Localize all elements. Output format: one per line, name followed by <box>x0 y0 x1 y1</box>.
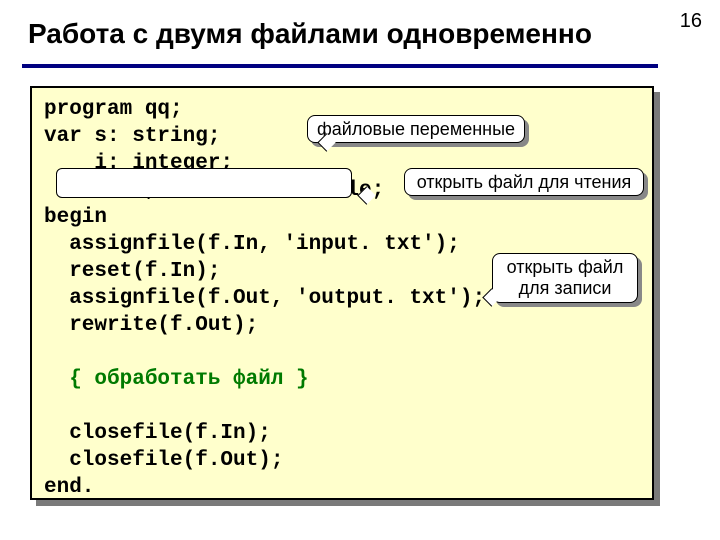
callout-text: открыть файл для чтения <box>417 172 632 193</box>
code-line <box>44 341 57 364</box>
highlight-file-vars <box>56 168 352 198</box>
callout-open-read: открыть файл для чтения <box>404 168 644 196</box>
code-comment: { обработать файл } <box>69 368 308 391</box>
callout-file-vars: файловые переменные <box>307 115 525 143</box>
callout-open-write: открыть файл для записи <box>492 253 638 303</box>
code-line: assignfile(f.Out, 'output. txt'); <box>44 287 485 310</box>
code-line: assignfile(f.In, 'input. txt'); <box>44 233 460 256</box>
code-line <box>44 368 69 391</box>
callout-text: открыть файл для записи <box>499 257 631 298</box>
page-number: 16 <box>680 10 702 33</box>
code-line: reset(f.In); <box>44 260 220 283</box>
slide: 16 Работа с двумя файлами одновременно p… <box>0 0 720 540</box>
code-line: rewrite(f.Out); <box>44 314 258 337</box>
slide-title: Работа с двумя файлами одновременно <box>28 18 592 50</box>
title-rule <box>22 64 658 68</box>
code-line: var s: string; <box>44 125 220 148</box>
code-line: closefile(f.In); <box>44 422 271 445</box>
code-line: program qq; <box>44 98 183 121</box>
code-line: closefile(f.Out); <box>44 449 283 472</box>
code-line <box>44 395 57 418</box>
code-line: begin <box>44 206 107 229</box>
code-line: end. <box>44 476 94 499</box>
callout-text: файловые переменные <box>317 119 515 140</box>
